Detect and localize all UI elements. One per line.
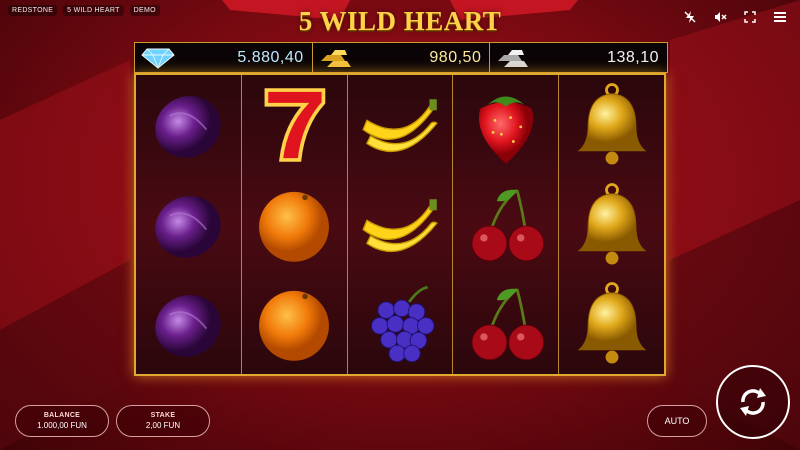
cherry-symbol bbox=[453, 175, 558, 275]
seven-symbol bbox=[242, 75, 347, 175]
jackpot-diamond: 5.880,40 bbox=[135, 43, 313, 72]
banana-symbol bbox=[348, 175, 453, 275]
spin-button[interactable] bbox=[716, 365, 790, 439]
fullscreen-icon[interactable] bbox=[742, 9, 758, 25]
bell-symbol bbox=[559, 175, 664, 275]
plum-symbol bbox=[136, 75, 241, 175]
jackpot-silver: 138,10 bbox=[490, 43, 667, 72]
plum-symbol bbox=[136, 274, 241, 374]
diamond-icon bbox=[141, 48, 175, 69]
orange-symbol bbox=[242, 175, 347, 275]
jackpot-gold: 980,50 bbox=[313, 43, 491, 72]
spin-icon bbox=[740, 388, 766, 416]
mute-icon[interactable] bbox=[712, 9, 728, 25]
plum-symbol bbox=[136, 175, 241, 275]
game-title: 5 WILD HEART bbox=[298, 6, 502, 36]
orange-symbol bbox=[242, 274, 347, 374]
gold-bars-icon bbox=[320, 49, 351, 67]
reels-grid bbox=[134, 73, 666, 376]
bell-symbol bbox=[559, 274, 664, 374]
jackpot-gold-value: 980,50 bbox=[429, 48, 482, 66]
banana-symbol bbox=[348, 75, 453, 175]
jackpot-diamond-value: 5.880,40 bbox=[237, 48, 304, 66]
grapes-symbol bbox=[348, 274, 453, 374]
reel-1 bbox=[136, 75, 242, 374]
auto-button[interactable]: AUTO bbox=[647, 405, 707, 437]
reel-3 bbox=[347, 75, 454, 374]
bell-symbol bbox=[559, 75, 664, 175]
strawberry-symbol bbox=[453, 75, 558, 175]
stake-value: 2,00 FUN bbox=[145, 421, 181, 430]
balance-display: BALANCE 1.000,00 FUN bbox=[15, 405, 109, 437]
reel-5 bbox=[559, 75, 664, 374]
reel-4 bbox=[453, 75, 560, 374]
flash-off-icon[interactable] bbox=[682, 9, 698, 25]
balance-label: BALANCE bbox=[43, 412, 81, 419]
top-icons bbox=[682, 9, 788, 25]
stake-label: STAKE bbox=[150, 412, 176, 419]
menu-icon[interactable] bbox=[772, 9, 788, 25]
silver-bars-icon bbox=[498, 49, 529, 67]
balance-value: 1.000,00 FUN bbox=[37, 421, 87, 430]
cherry-symbol bbox=[453, 274, 558, 374]
stake-button[interactable]: STAKE 2,00 FUN bbox=[116, 405, 210, 437]
jackpot-silver-value: 138,10 bbox=[607, 48, 660, 66]
reel-2 bbox=[241, 75, 348, 374]
jackpot-bar: 5.880,40 980,50 138,10 bbox=[134, 42, 668, 73]
